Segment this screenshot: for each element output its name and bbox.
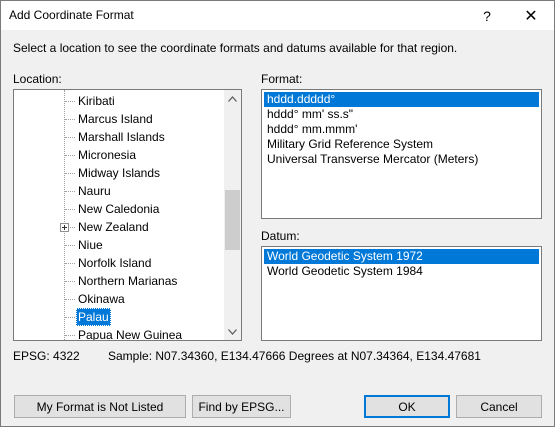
tree-item-label: Norfolk Island <box>78 256 152 270</box>
tree-item-label: New Caledonia <box>78 202 160 216</box>
scroll-thumb[interactable] <box>225 190 240 250</box>
tree-item-label: Palau <box>76 308 111 326</box>
tree-item[interactable]: Kiribati <box>14 92 224 110</box>
tree-item-label: Kiribati <box>78 94 115 108</box>
tree-item-label: Marshall Islands <box>78 130 165 144</box>
tree-item[interactable]: Papua New Guinea <box>14 326 224 341</box>
instruction-text: Select a location to see the coordinate … <box>13 41 458 55</box>
tree-item-label: Papua New Guinea <box>78 328 183 341</box>
location-tree[interactable]: Kiribati Marcus Island Marshall Islands Mic… <box>13 89 242 341</box>
tree-connector <box>65 137 75 138</box>
my-format-not-listed-button[interactable]: My Format is Not Listed <box>14 395 186 418</box>
tree-item[interactable]: Norfolk Island <box>14 254 224 272</box>
format-list[interactable]: hddd.ddddd° hddd° mm' ss.s" hddd° mm.mmm' M… <box>261 89 542 219</box>
ok-button[interactable]: OK <box>364 395 450 418</box>
close-button[interactable]: ✕ <box>508 1 554 30</box>
tree-item[interactable]: Midway Islands <box>14 164 224 182</box>
tree-item[interactable]: Marshall Islands <box>14 128 224 146</box>
tree-item-label: Midway Islands <box>78 166 161 180</box>
tree-connector <box>65 101 75 102</box>
tree-item[interactable]: New Zealand <box>14 218 224 236</box>
tree-connector <box>65 317 75 318</box>
tree-item[interactable]: Okinawa <box>14 290 224 308</box>
help-icon: ? <box>483 7 491 24</box>
epsg-code: EPSG: 4322 <box>13 349 80 363</box>
add-coordinate-format-dialog: Add Coordinate Format ? ✕ Select a locat… <box>0 0 555 427</box>
tree-connector <box>65 299 75 300</box>
tree-item-label: Micronesia <box>78 148 137 162</box>
tree-connector <box>65 119 75 120</box>
datum-label-text: Datum: <box>261 229 300 243</box>
window-title: Add Coordinate Format <box>9 8 134 22</box>
tree-item-label: Okinawa <box>78 292 125 306</box>
datum-list-item[interactable]: World Geodetic System 1984 <box>264 264 426 279</box>
tree-item-label: Marcus Island <box>78 112 153 126</box>
location-label-text: Location: <box>13 72 62 86</box>
datum-label: Datum: <box>261 229 300 243</box>
tree-connector <box>65 335 75 336</box>
format-list-item[interactable]: hddd° mm' ss.s" <box>264 107 356 122</box>
tree-connector <box>65 281 75 282</box>
tree-connector <box>65 209 75 210</box>
format-list-item[interactable]: Universal Transverse Mercator (Meters) <box>264 152 481 167</box>
tree-item[interactable]: Niue <box>14 236 224 254</box>
tree-item-label: Niue <box>78 238 103 252</box>
title-bar: Add Coordinate Format ? ✕ <box>1 1 554 30</box>
scroll-down-button[interactable] <box>224 323 241 340</box>
datum-list[interactable]: World Geodetic System 1972 World Geodetic… <box>261 246 542 341</box>
format-list-item[interactable]: hddd.ddddd° <box>264 92 539 107</box>
scroll-up-button[interactable] <box>224 90 241 107</box>
cancel-button[interactable]: Cancel <box>456 395 542 418</box>
format-list-item[interactable]: hddd° mm.mmm' <box>264 122 360 137</box>
tree-connector <box>65 191 75 192</box>
location-scrollbar[interactable] <box>224 90 241 340</box>
datum-list-item[interactable]: World Geodetic System 1972 <box>264 249 539 264</box>
tree-connector <box>65 155 75 156</box>
tree-connector <box>65 263 75 264</box>
chevron-up-icon <box>228 95 237 102</box>
help-button[interactable]: ? <box>464 1 510 30</box>
tree-item[interactable]: Micronesia <box>14 146 224 164</box>
format-label: Format: <box>261 72 302 86</box>
tree-item-label: Nauru <box>78 184 111 198</box>
format-list-item[interactable]: Military Grid Reference System <box>264 137 436 152</box>
tree-item-label: Northern Marianas <box>78 274 178 288</box>
expand-plus-icon[interactable] <box>60 223 69 232</box>
tree-item[interactable]: Marcus Island <box>14 110 224 128</box>
tree-connector <box>65 173 75 174</box>
location-label: Location: <box>13 72 62 86</box>
tree-item[interactable]: Northern Marianas <box>14 272 224 290</box>
format-label-text: Format: <box>261 72 303 86</box>
tree-item[interactable]: Nauru <box>14 182 224 200</box>
find-by-epsg-button[interactable]: Find by EPSG... <box>192 395 291 418</box>
location-tree-items: Kiribati Marcus Island Marshall Islands Mic… <box>14 90 224 340</box>
tree-item[interactable]: New Caledonia <box>14 200 224 218</box>
tree-item[interactable]: Palau <box>14 308 224 326</box>
chevron-down-icon <box>228 328 237 335</box>
tree-item-label: New Zealand <box>78 220 149 234</box>
sample-coordinates: Sample: N07.34360, E134.47666 Degrees at… <box>108 349 481 363</box>
tree-connector <box>65 245 75 246</box>
close-icon: ✕ <box>524 7 538 25</box>
